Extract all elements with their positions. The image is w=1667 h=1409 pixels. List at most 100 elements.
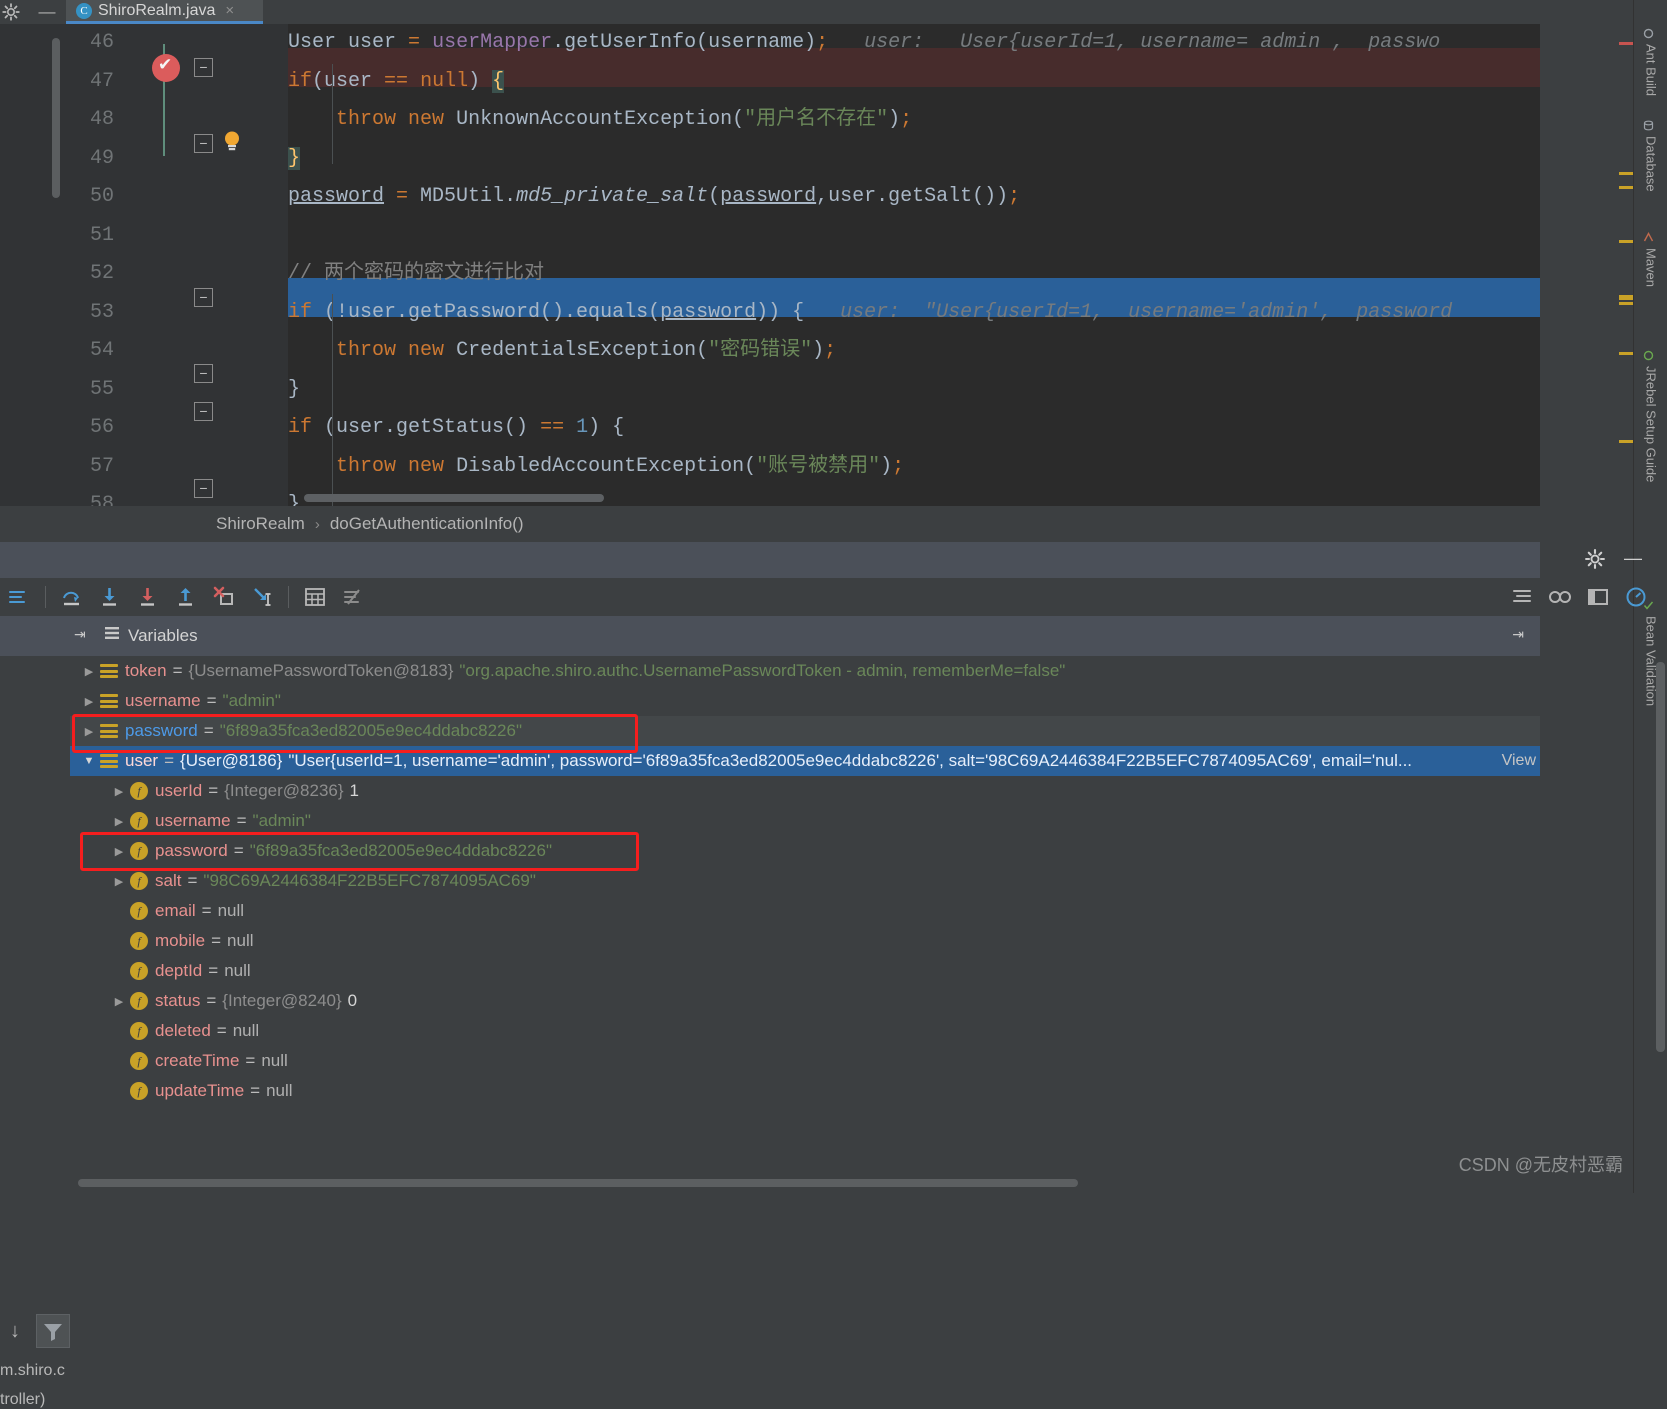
chevron-right-icon[interactable]: ▶ [108, 875, 130, 888]
minimize-icon[interactable]: — [38, 3, 56, 21]
force-step-into-icon[interactable] [129, 578, 167, 616]
intellij-window: — C ShiroRealm.java × − − − − − − ✔ 46 4… [0, 0, 1667, 1408]
breadcrumb-method[interactable]: doGetAuthenticationInfo() [330, 514, 524, 534]
sidebar-item-ant-build[interactable]: Ant Build [1637, 28, 1665, 96]
database-icon [1643, 120, 1657, 131]
sort-down-icon[interactable]: ↓ [10, 1320, 20, 1343]
filter-icon[interactable] [36, 1314, 70, 1348]
field-icon: f [130, 902, 148, 920]
equals-sign: = [250, 1081, 261, 1100]
fold-icon-53[interactable]: − [194, 288, 213, 307]
restore-layout-icon[interactable] [1579, 578, 1617, 616]
variables-tree[interactable]: ▶ token = {UsernamePasswordToken@8183} "… [70, 656, 1540, 1126]
variables-tab[interactable]: Variables [104, 625, 198, 646]
view-value-link[interactable]: View [1502, 752, 1536, 770]
warning-stripe-mark[interactable] [1619, 302, 1633, 305]
variables-vertical-scrollbar[interactable] [1656, 662, 1665, 1052]
variable-row-email[interactable]: f email = null [70, 896, 1540, 926]
variable-value: null [232, 1021, 260, 1040]
variable-row-deleted[interactable]: f deleted = null [70, 1016, 1540, 1046]
breadcrumb-class[interactable]: ShiroRealm [216, 514, 305, 534]
chevron-down-icon[interactable]: ▼ [78, 755, 100, 767]
variable-row-updateTime[interactable]: f updateTime = null [70, 1076, 1540, 1106]
warning-stripe-mark[interactable] [1619, 186, 1633, 189]
collapse-panel-icon[interactable]: ⇥ [1512, 626, 1524, 643]
variable-row-password[interactable]: ▶ password = "6f89a35fca3ed82005e9ec4dda… [70, 716, 1540, 746]
chevron-right-icon[interactable]: ▶ [108, 815, 130, 828]
variable-row-salt[interactable]: ▶ f salt = "98C69A2446384F22B5EFC7874095… [70, 866, 1540, 896]
mute-breakpoints-icon[interactable] [334, 578, 372, 616]
warning-stripe-mark[interactable] [1619, 172, 1633, 175]
code-text-area[interactable]: User user = userMapper.getUserInfo(usern… [288, 24, 1540, 524]
variable-value: "admin" [252, 811, 311, 830]
settings-list-icon[interactable] [0, 578, 38, 616]
sidebar-item-maven[interactable]: Maven [1637, 232, 1665, 287]
variables-title: Variables [128, 625, 198, 645]
variable-row-userId[interactable]: ▶ f userId = {Integer@8236} 1 [70, 776, 1540, 806]
variable-row-status[interactable]: ▶ f status = {Integer@8240} 0 [70, 986, 1540, 1016]
speed-icon[interactable] [1617, 578, 1655, 616]
variable-row-createTime[interactable]: f createTime = null [70, 1046, 1540, 1076]
intention-bulb-icon[interactable] [222, 130, 242, 152]
variable-row-username[interactable]: ▶ username = "admin" [70, 686, 1540, 716]
variable-row-mobile[interactable]: f mobile = null [70, 926, 1540, 956]
layout-icon[interactable] [1503, 578, 1541, 616]
jrebel-icon [1643, 350, 1657, 361]
step-out-icon[interactable] [167, 578, 205, 616]
variable-value: "admin" [222, 691, 281, 710]
expand-panel-icon[interactable]: ⇥ [74, 626, 86, 643]
chevron-right-icon[interactable]: ▶ [78, 665, 100, 678]
variable-row-user-password[interactable]: ▶ f password = "6f89a35fca3ed82005e9ec4d… [70, 836, 1540, 866]
step-over-icon[interactable] [53, 578, 91, 616]
fold-icon-58[interactable]: − [194, 479, 213, 498]
variable-row-deptId[interactable]: f deptId = null [70, 956, 1540, 986]
evaluate-expression-icon[interactable] [296, 578, 334, 616]
close-icon[interactable]: × [225, 2, 234, 19]
chevron-right-icon[interactable]: ▶ [108, 995, 130, 1008]
field-icon: f [130, 1052, 148, 1070]
equals-sign: = [201, 901, 212, 920]
fold-icon-47[interactable]: − [194, 58, 213, 77]
variable-row-user[interactable]: ▼ user = {User@8186} "User{userId=1, use… [70, 746, 1540, 776]
sidebar-item-database[interactable]: Database [1637, 120, 1665, 192]
warning-stripe-mark[interactable] [1619, 440, 1633, 443]
editor-vertical-scrollbar[interactable] [52, 38, 60, 198]
window-top-bar: — C ShiroRealm.java × [0, 0, 1667, 24]
variable-value: null [261, 1051, 288, 1070]
breakpoint-icon[interactable] [152, 54, 180, 82]
editor-horizontal-scrollbar[interactable] [304, 494, 604, 502]
sidebar-item-jrebel-setup-guide[interactable]: JRebel Setup Guide [1637, 350, 1665, 482]
variable-row-user-username[interactable]: ▶ f username = "admin" [70, 806, 1540, 836]
equals-sign: = [187, 871, 198, 890]
chevron-right-icon[interactable]: ▶ [78, 725, 100, 738]
error-stripe-mark[interactable] [1619, 42, 1633, 45]
gear-icon[interactable] [1585, 549, 1605, 569]
line-number: 55 [89, 377, 114, 401]
variable-type: {UsernamePasswordToken@8183} [188, 661, 454, 680]
fold-icon-55[interactable]: − [194, 364, 213, 383]
variables-horizontal-scrollbar[interactable] [78, 1179, 1078, 1187]
run-to-cursor-icon[interactable] [243, 578, 281, 616]
equals-sign: = [245, 1051, 256, 1070]
minimize-icon[interactable]: — [1623, 548, 1643, 568]
warning-stripe-mark[interactable] [1619, 295, 1633, 300]
chevron-right-icon[interactable]: ▶ [78, 695, 100, 708]
drop-frame-icon[interactable] [205, 578, 243, 616]
sidebar-label: Ant Build [1643, 44, 1659, 97]
warning-stripe-mark[interactable] [1619, 352, 1633, 355]
variable-name: password [155, 841, 228, 860]
equals-sign: = [164, 751, 175, 770]
chevron-right-icon[interactable]: ▶ [108, 785, 130, 798]
line-number: 56 [89, 416, 114, 439]
gear-icon[interactable] [2, 3, 20, 21]
step-into-icon[interactable] [91, 578, 129, 616]
variable-value: "6f89a35fca3ed82005e9ec4ddabc8226" [249, 841, 552, 860]
variable-row-token[interactable]: ▶ token = {UsernamePasswordToken@8183} "… [70, 656, 1540, 686]
mute-breakpoints-toggle-icon[interactable] [1541, 578, 1579, 616]
fold-icon-49[interactable]: − [194, 134, 213, 153]
warning-stripe-mark[interactable] [1619, 240, 1633, 243]
chevron-right-icon[interactable]: ▶ [108, 845, 130, 858]
variable-value: 1 [349, 781, 360, 800]
editor-tab-shirorealm[interactable]: C ShiroRealm.java × [66, 0, 263, 24]
fold-icon-56[interactable]: − [194, 402, 213, 421]
